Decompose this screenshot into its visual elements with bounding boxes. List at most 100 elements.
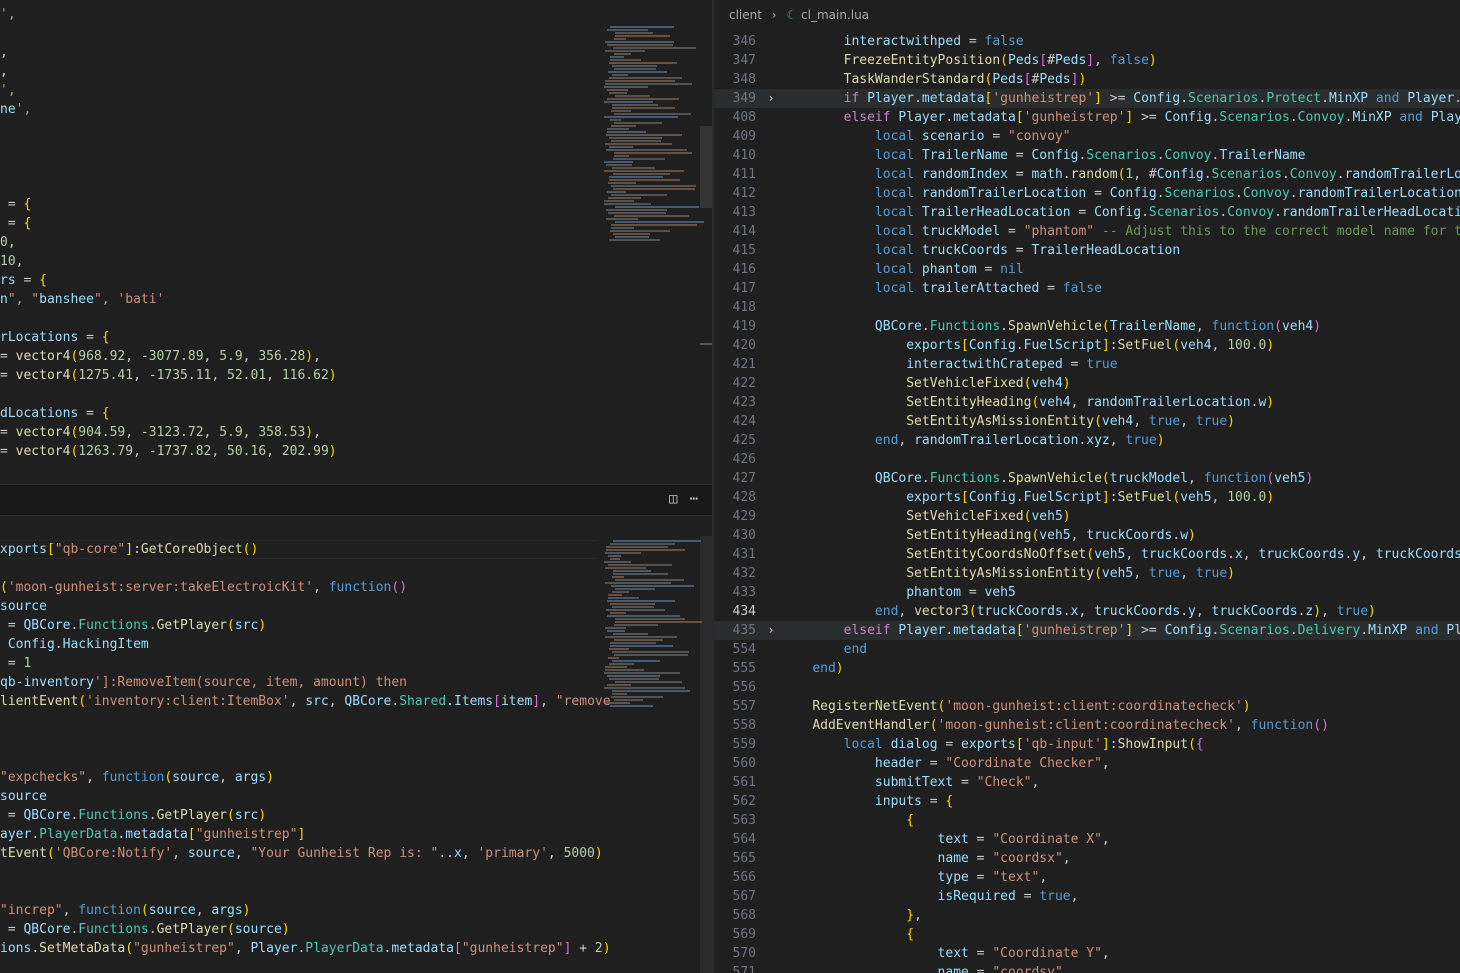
code-line[interactable]: = QBCore.Functions.GetPlayer(src) xyxy=(0,616,598,635)
code-line[interactable]: qb-inventory']:RemoveItem(source, item, … xyxy=(0,673,598,692)
code-line[interactable]: 565 name = "coordsx", xyxy=(714,849,1460,868)
fold-chevron-icon[interactable]: › xyxy=(764,89,778,108)
code-line[interactable]: rLocations = { xyxy=(0,328,600,347)
code-line[interactable]: 568 }, xyxy=(714,906,1460,925)
code-line[interactable]: 433 phantom = veh5 xyxy=(714,583,1460,602)
breadcrumb-folder[interactable]: client xyxy=(729,8,762,22)
code-line[interactable]: lientEvent('inventory:client:ItemBox', s… xyxy=(0,692,611,711)
code-line[interactable]: = QBCore.Functions.GetPlayer(src) xyxy=(0,806,598,825)
code-line[interactable]: 413 local TrailerHeadLocation = Config.S… xyxy=(714,203,1460,222)
code-line[interactable]: 562 inputs = { xyxy=(714,792,1460,811)
code-line[interactable] xyxy=(0,882,598,901)
code-line[interactable]: source xyxy=(0,787,598,806)
code-line[interactable]: 429 SetVehicleFixed(veh5) xyxy=(714,507,1460,526)
code-line[interactable]: 347 FreezeEntityPosition(Peds[#Peds], fa… xyxy=(714,51,1460,70)
editor-pane-server[interactable]: xports["qb-core"]:GetCoreObject() ('moon-… xyxy=(0,516,712,973)
code-line[interactable]: 564 text = "Coordinate X", xyxy=(714,830,1460,849)
code-line[interactable]: 416 local phantom = nil xyxy=(714,260,1460,279)
scrollbar-slider[interactable] xyxy=(700,536,712,973)
code-area[interactable]: xports["qb-core"]:GetCoreObject() ('moon-… xyxy=(0,540,611,958)
code-line[interactable]: 427 QBCore.Functions.SpawnVehicle(truckM… xyxy=(714,469,1460,488)
code-line[interactable]: 423 SetEntityHeading(veh4, randomTrailer… xyxy=(714,393,1460,412)
code-line[interactable] xyxy=(0,711,598,730)
code-line[interactable]: 434 end, vector3(truckCoords.x, truckCoo… xyxy=(714,602,1460,621)
code-line[interactable]: 415 local truckCoords = TrailerHeadLocat… xyxy=(714,241,1460,260)
code-line[interactable]: 349 › if Player.metadata['gunheistrep'] >… xyxy=(714,89,1460,108)
code-line[interactable]: 567 isRequired = true, xyxy=(714,887,1460,906)
code-line[interactable] xyxy=(0,138,600,157)
code-line[interactable]: 569 { xyxy=(714,925,1460,944)
code-line[interactable]: = vector4(968.92, -3077.89, 5.9, 356.28)… xyxy=(0,347,600,366)
code-line[interactable]: 555 end) xyxy=(714,659,1460,678)
code-line[interactable]: = { xyxy=(0,195,600,214)
code-line[interactable]: 557 RegisterNetEvent('moon-gunheist:clie… xyxy=(714,697,1460,716)
code-line[interactable]: 431 SetEntityCoordsNoOffset(veh5, truckC… xyxy=(714,545,1460,564)
code-line[interactable] xyxy=(0,749,598,768)
code-line[interactable]: 421 interactwithCrateped = true xyxy=(714,355,1460,374)
code-line[interactable]: xports["qb-core"]:GetCoreObject() xyxy=(0,540,598,559)
code-line[interactable]: 346 interactwithped = false xyxy=(714,32,1460,51)
code-line[interactable]: 561 submitText = "Check", xyxy=(714,773,1460,792)
code-line[interactable]: 558 AddEventHandler('moon-gunheist:clien… xyxy=(714,716,1460,735)
code-line[interactable]: "expchecks", function(source, args) xyxy=(0,768,598,787)
code-line[interactable]: 409 local scenario = "convoy" xyxy=(714,127,1460,146)
code-line[interactable]: 0, xyxy=(0,233,600,252)
code-line[interactable]: ', xyxy=(0,5,600,24)
code-line[interactable]: 425 end, randomTrailerLocation.xyz, true… xyxy=(714,431,1460,450)
code-line[interactable]: = vector4(1263.79, -1737.82, 50.16, 202.… xyxy=(0,442,600,461)
code-line[interactable] xyxy=(0,863,598,882)
code-line[interactable]: ayer.PlayerData.metadata["gunheistrep"] xyxy=(0,825,598,844)
code-line[interactable]: 559 local dialog = exports['qb-input']:S… xyxy=(714,735,1460,754)
code-line[interactable]: ('moon-gunheist:server:takeElectroicKit'… xyxy=(0,578,598,597)
code-line[interactable]: 420 exports[Config.FuelScript]:SetFuel(v… xyxy=(714,336,1460,355)
breadcrumb-file[interactable]: cl_main.lua xyxy=(801,8,869,22)
code-line[interactable]: 556 xyxy=(714,678,1460,697)
code-area[interactable]: 346 interactwithped = false 347 FreezeEnt… xyxy=(714,32,1460,973)
minimap[interactable] xyxy=(604,540,702,710)
code-line[interactable]: = QBCore.Functions.GetPlayer(source) xyxy=(0,920,598,939)
minimap[interactable] xyxy=(604,26,704,246)
code-line[interactable]: 424 SetEntityAsMissionEntity(veh4, true,… xyxy=(714,412,1460,431)
code-line[interactable]: 10, xyxy=(0,252,600,271)
code-line[interactable] xyxy=(0,176,600,195)
code-line[interactable]: = vector4(904.59, -3123.72, 5.9, 358.53)… xyxy=(0,423,600,442)
code-area[interactable]: ',,, ', ne', = { = {0, 10, rs = {n", "banshe… xyxy=(0,5,600,461)
code-line[interactable]: 428 exports[Config.FuelScript]:SetFuel(v… xyxy=(714,488,1460,507)
code-line[interactable]: 563 { xyxy=(714,811,1460,830)
code-line[interactable] xyxy=(0,24,600,43)
code-line[interactable]: , xyxy=(0,43,600,62)
code-line[interactable] xyxy=(0,385,600,404)
code-line[interactable]: 414 local truckModel = "phantom" -- Adju… xyxy=(714,222,1460,241)
code-line[interactable]: n", "banshee", 'bati' xyxy=(0,290,600,309)
code-line[interactable]: 410 local TrailerName = Config.Scenarios… xyxy=(714,146,1460,165)
code-line[interactable]: 417 local trailerAttached = false xyxy=(714,279,1460,298)
code-line[interactable]: ions.SetMetaData("gunheistrep", Player.P… xyxy=(0,939,611,958)
code-line[interactable]: , xyxy=(0,62,600,81)
scrollbar-slider[interactable] xyxy=(700,126,712,208)
code-line[interactable] xyxy=(0,309,600,328)
code-line[interactable]: ne', xyxy=(0,100,600,119)
more-actions-icon[interactable]: ⋯ xyxy=(690,491,698,507)
code-line[interactable]: 560 header = "Coordinate Checker", xyxy=(714,754,1460,773)
code-line[interactable]: tEvent('QBCore:Notify', source, "Your Gu… xyxy=(0,844,603,863)
code-line[interactable]: 570 text = "Coordinate Y", xyxy=(714,944,1460,963)
code-line[interactable]: rs = { xyxy=(0,271,600,290)
split-editor-icon[interactable]: ◫ xyxy=(669,491,677,507)
code-line[interactable]: dLocations = { xyxy=(0,404,600,423)
code-line[interactable]: 419 QBCore.Functions.SpawnVehicle(Traile… xyxy=(714,317,1460,336)
code-line[interactable]: 426 xyxy=(714,450,1460,469)
editor-pane-config[interactable]: ',,, ', ne', = { = {0, 10, rs = {n", "banshe… xyxy=(0,0,712,484)
code-line[interactable]: 422 SetVehicleFixed(veh4) xyxy=(714,374,1460,393)
code-line[interactable]: ', xyxy=(0,81,600,100)
code-line[interactable]: 432 SetEntityAsMissionEntity(veh5, true,… xyxy=(714,564,1460,583)
code-line[interactable]: 412 local randomTrailerLocation = Config… xyxy=(714,184,1460,203)
code-line[interactable]: 348 TaskWanderStandard(Peds[#Peds]) xyxy=(714,70,1460,89)
code-line[interactable]: = vector4(1275.41, -1735.11, 52.01, 116.… xyxy=(0,366,600,385)
code-line[interactable]: 554 end xyxy=(714,640,1460,659)
fold-chevron-icon[interactable]: › xyxy=(764,621,778,640)
code-line[interactable]: 418 xyxy=(714,298,1460,317)
code-line[interactable] xyxy=(0,730,598,749)
editor-pane-cl-main[interactable]: client › ☾ cl_main.lua 346 interactwithp… xyxy=(714,0,1460,973)
code-line[interactable]: = { xyxy=(0,214,600,233)
code-line[interactable]: 411 local randomIndex = math.random(1, #… xyxy=(714,165,1460,184)
